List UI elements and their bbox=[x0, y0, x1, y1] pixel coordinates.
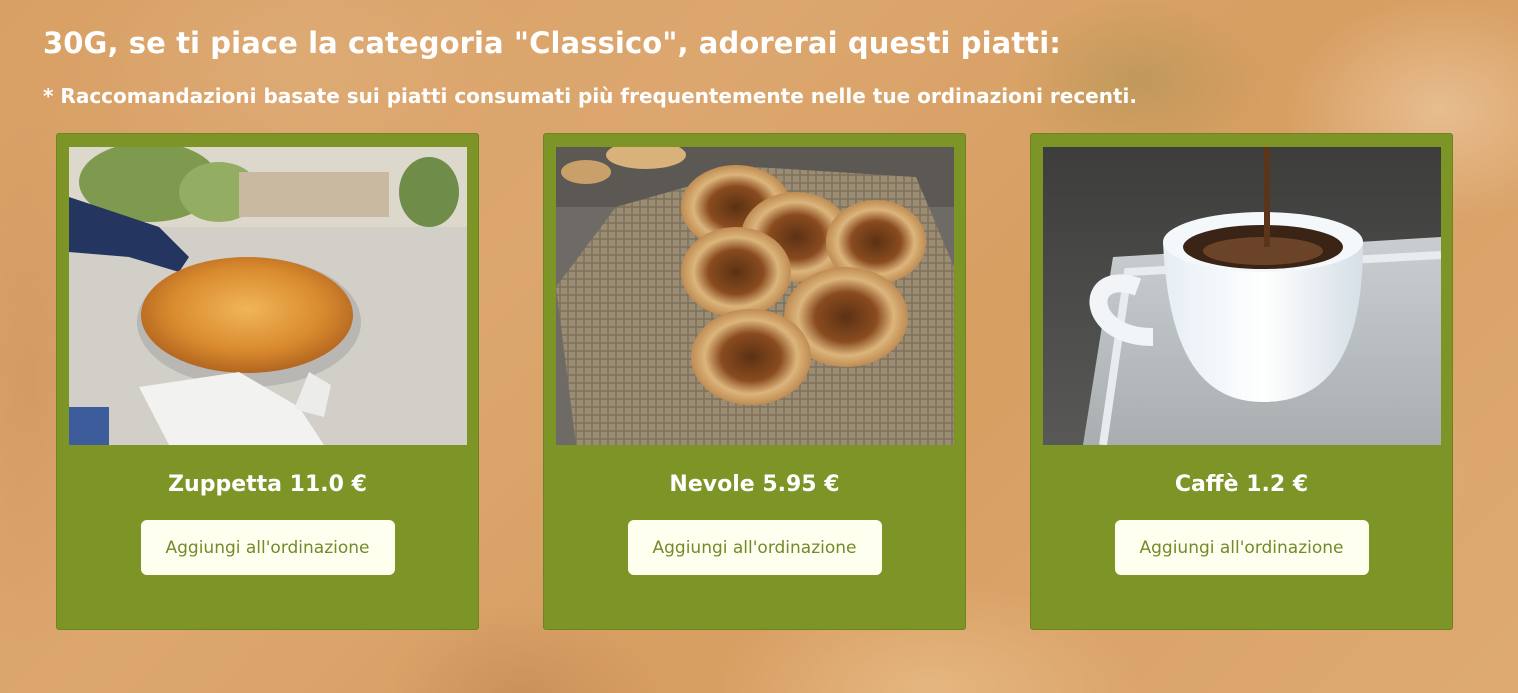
add-to-order-button[interactable]: Aggiungi all'ordinazione bbox=[627, 520, 882, 575]
dish-card-nevole: Nevole 5.95 € Aggiungi all'ordinazione bbox=[543, 133, 966, 630]
recommendations-section: 30G, se ti piace la categoria "Classico"… bbox=[0, 0, 1518, 693]
add-to-order-button[interactable]: Aggiungi all'ordinazione bbox=[1114, 520, 1369, 575]
dish-name: Zuppetta bbox=[168, 472, 282, 497]
dish-name: Nevole bbox=[669, 472, 755, 497]
dish-price: 1.2 € bbox=[1246, 472, 1309, 497]
dish-name: Caffè bbox=[1174, 472, 1239, 497]
dish-title: Zuppetta 11.0 € bbox=[57, 472, 478, 497]
page-title: 30G, se ti piace la categoria "Classico"… bbox=[43, 26, 1062, 60]
dish-price: 11.0 € bbox=[289, 472, 367, 497]
nevole-image bbox=[556, 147, 954, 445]
caffe-image bbox=[1043, 147, 1441, 445]
recommendation-note: * Raccomandazioni basate sui piatti cons… bbox=[43, 84, 1137, 108]
add-to-order-button[interactable]: Aggiungi all'ordinazione bbox=[140, 520, 395, 575]
dish-title: Nevole 5.95 € bbox=[544, 472, 965, 497]
dish-title: Caffè 1.2 € bbox=[1031, 472, 1452, 497]
dish-price: 5.95 € bbox=[762, 472, 840, 497]
dish-card-zuppetta: Zuppetta 11.0 € Aggiungi all'ordinazione bbox=[56, 133, 479, 630]
zuppetta-image bbox=[69, 147, 467, 445]
dish-card-caffe: Caffè 1.2 € Aggiungi all'ordinazione bbox=[1030, 133, 1453, 630]
